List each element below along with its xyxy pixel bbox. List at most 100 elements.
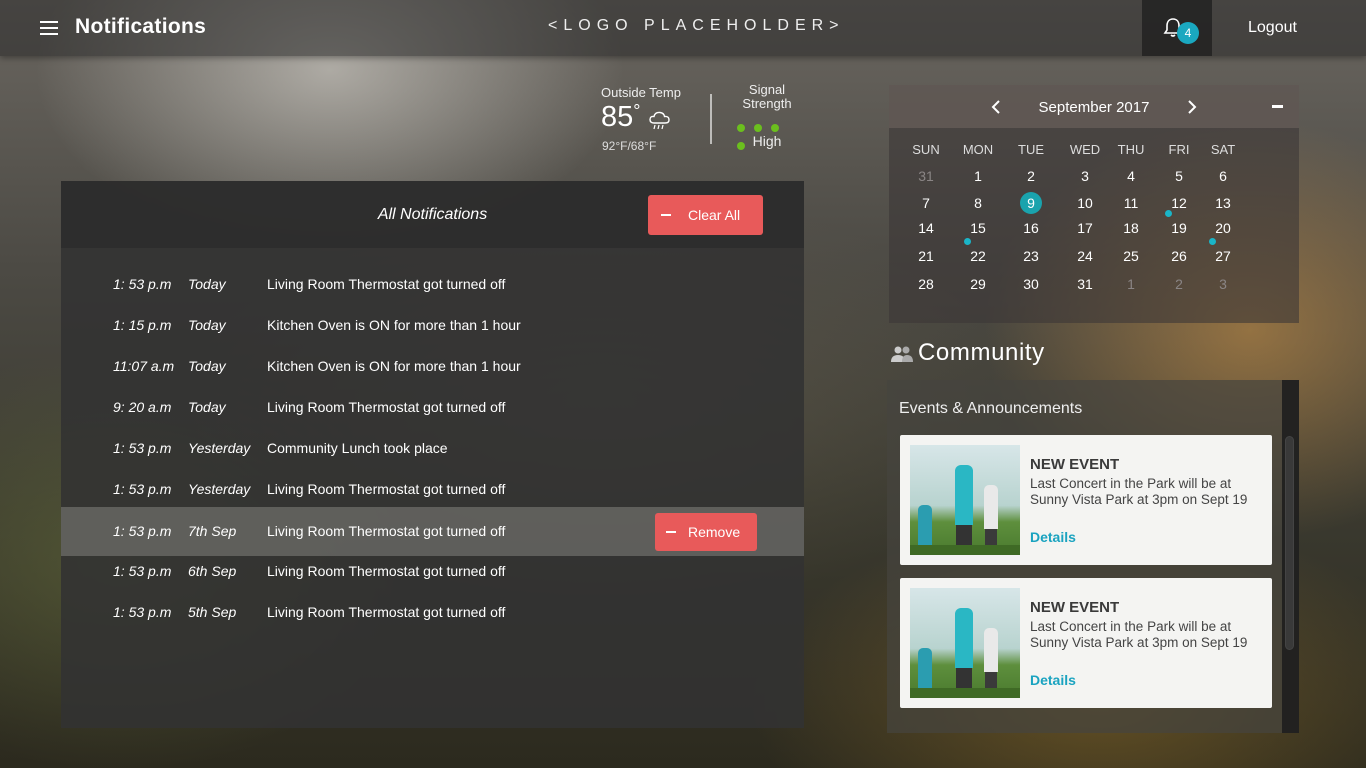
logout-link[interactable]: Logout (1248, 19, 1297, 37)
events-subtitle: Events & Announcements (899, 400, 1083, 417)
notification-time: 11:07 a.m (113, 358, 175, 374)
event-marker (1209, 238, 1216, 245)
calendar-day[interactable]: 22 (958, 248, 998, 264)
notification-row[interactable]: 1: 53 p.m 6th Sep Living Room Thermostat… (61, 551, 804, 592)
calendar-day[interactable]: 30 (1011, 276, 1051, 292)
scrollbar[interactable] (1282, 380, 1299, 733)
calendar-day[interactable]: 17 (1065, 220, 1105, 236)
calendar-day[interactable]: 10 (1065, 195, 1105, 211)
event-details-link[interactable]: Details (1030, 529, 1076, 545)
weather-divider (710, 94, 712, 144)
calendar-day[interactable]: 29 (958, 276, 998, 292)
calendar-day[interactable]: 2 (1159, 276, 1199, 292)
calendar-day[interactable]: 31 (906, 168, 946, 184)
people-icon (891, 346, 913, 362)
event-card[interactable]: NEW EVENT Last Concert in the Park will … (900, 435, 1272, 565)
hamburger-menu-icon[interactable] (40, 21, 58, 35)
calendar-day[interactable]: 18 (1111, 220, 1151, 236)
calendar-header: September 2017 (889, 85, 1299, 128)
signal-dot (771, 124, 779, 132)
calendar-day[interactable]: 23 (1011, 248, 1051, 264)
notification-day: Yesterday (188, 440, 251, 456)
event-image (910, 445, 1020, 555)
notification-day: Yesterday (188, 481, 251, 497)
calendar-day[interactable]: 19 (1159, 220, 1199, 236)
calendar-day[interactable]: 13 (1203, 195, 1243, 211)
notification-text: Community Lunch took place (267, 440, 448, 456)
calendar-day[interactable]: 3 (1203, 276, 1243, 292)
notification-time: 1: 53 p.m (113, 563, 172, 579)
outside-temp-label: Outside Temp (601, 85, 681, 100)
remove-button[interactable]: Remove (655, 513, 757, 551)
notification-text: Living Room Thermostat got turned off (267, 276, 506, 292)
calendar-day[interactable]: 27 (1203, 248, 1243, 264)
calendar-day[interactable]: 6 (1203, 168, 1243, 184)
notification-row[interactable]: 1: 15 p.m Today Kitchen Oven is ON for m… (61, 305, 804, 346)
calendar-day[interactable]: 20 (1203, 220, 1243, 236)
calendar-day[interactable]: 26 (1159, 248, 1199, 264)
notification-time: 1: 53 p.m (113, 523, 172, 539)
calendar-day[interactable]: 16 (1011, 220, 1051, 236)
temp-number: 85 (601, 101, 634, 133)
clear-all-label: Clear All (688, 207, 741, 223)
calendar-day[interactable]: 3 (1065, 168, 1105, 184)
calendar-day[interactable]: 15 (958, 220, 998, 236)
calendar-day[interactable]: 2 (1011, 168, 1051, 184)
chevron-right-icon[interactable] (1185, 99, 1199, 115)
clear-all-button[interactable]: Clear All (648, 195, 763, 235)
event-image (910, 588, 1020, 698)
chevron-left-icon[interactable] (989, 99, 1003, 115)
calendar-day[interactable]: 24 (1065, 248, 1105, 264)
notification-text: Kitchen Oven is ON for more than 1 hour (267, 317, 521, 333)
event-kicker: NEW EVENT (1030, 456, 1120, 473)
temp-range: 92°F/68°F (602, 139, 657, 153)
calendar-day[interactable]: 11 (1111, 195, 1151, 211)
calendar-weekday: SAT (1210, 142, 1236, 157)
notification-day: Today (188, 399, 226, 415)
calendar-day[interactable]: 31 (1065, 276, 1105, 292)
notification-row[interactable]: 1: 53 p.m Yesterday Community Lunch took… (61, 428, 804, 469)
signal-dot (737, 124, 745, 132)
calendar-day[interactable]: 25 (1111, 248, 1151, 264)
notification-row[interactable]: 1: 53 p.m Today Living Room Thermostat g… (61, 264, 804, 305)
temp-unit: ° (633, 101, 641, 121)
notification-row[interactable]: 1: 53 p.m Yesterday Living Room Thermost… (61, 469, 804, 510)
calendar-day[interactable]: 5 (1159, 168, 1199, 184)
logo-placeholder: <LOGO PLACEHOLDER> (548, 17, 845, 34)
notification-time: 1: 53 p.m (113, 604, 172, 620)
notification-count-badge: 4 (1177, 22, 1199, 44)
calendar-day[interactable]: 14 (906, 220, 946, 236)
notification-time: 1: 15 p.m (113, 317, 172, 333)
notification-row[interactable]: 11:07 a.m Today Kitchen Oven is ON for m… (61, 346, 804, 387)
event-card[interactable]: NEW EVENT Last Concert in the Park will … (900, 578, 1272, 708)
notification-day: 5th Sep (188, 604, 237, 620)
calendar-day[interactable]: 4 (1111, 168, 1151, 184)
event-kicker: NEW EVENT (1030, 599, 1120, 616)
notification-text: Living Room Thermostat got turned off (267, 604, 506, 620)
scrollbar-thumb[interactable] (1285, 436, 1294, 650)
top-bar: Notifications <LOGO PLACEHOLDER> 4 Logou… (0, 0, 1366, 56)
calendar-day[interactable]: 21 (906, 248, 946, 264)
notification-time: 1: 53 p.m (113, 481, 172, 497)
notification-day: 7th Sep (188, 523, 237, 539)
calendar-day[interactable]: 28 (906, 276, 946, 292)
remove-label: Remove (688, 524, 741, 540)
calendar-day[interactable]: 8 (958, 195, 998, 211)
calendar-day[interactable]: 12 (1159, 195, 1199, 211)
collapse-calendar-button[interactable] (1272, 105, 1283, 108)
notification-row-selected[interactable]: 1: 53 p.m 7th Sep Living Room Thermostat… (61, 507, 804, 556)
calendar-day[interactable]: 7 (906, 195, 946, 211)
calendar-day[interactable]: 1 (1111, 276, 1151, 292)
minus-icon (666, 531, 676, 533)
notification-row[interactable]: 9: 20 a.m Today Living Room Thermostat g… (61, 387, 804, 428)
notification-row[interactable]: 1: 53 p.m 5th Sep Living Room Thermostat… (61, 592, 804, 633)
event-marker (1165, 210, 1172, 217)
temp-value: 85° (601, 101, 640, 134)
notifications-panel: All Notifications Clear All 1: 53 p.m To… (61, 181, 804, 728)
notifications-button[interactable]: 4 (1142, 0, 1212, 56)
event-details-link[interactable]: Details (1030, 672, 1076, 688)
calendar-day-today[interactable]: 9 (1011, 195, 1051, 211)
calendar-day[interactable]: 1 (958, 168, 998, 184)
event-description: Last Concert in the Park will be at Sunn… (1030, 476, 1248, 507)
notification-day: Today (188, 317, 226, 333)
